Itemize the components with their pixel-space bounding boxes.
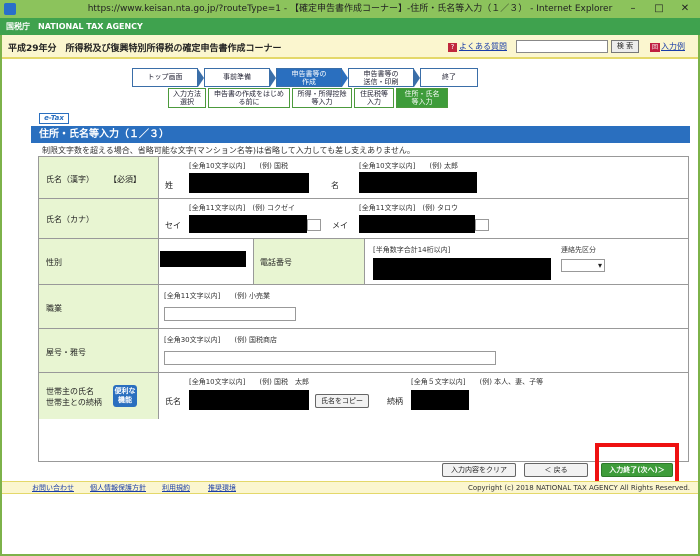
householder-relation-label: 世帯主との続柄: [46, 398, 102, 407]
substep-address-name: 住所・氏名 等入力: [396, 88, 448, 108]
phone-field[interactable]: [373, 258, 551, 280]
substep-resident-tax: 住民税等 入力: [354, 88, 394, 108]
window-titlebar: https://www.keisan.nta.go.jp/?routeType=…: [0, 0, 700, 18]
householder-relation-field[interactable]: [411, 390, 469, 410]
name-kanji-label: 氏名（漢字）: [46, 175, 94, 184]
trade-name-label: 屋号・雅号: [46, 348, 86, 357]
occupation-input[interactable]: [164, 307, 296, 321]
row-name-kanji: 氏名（漢字） 【必須】 [全角10文字以内] (例) 国税 [全角10文字以内]…: [39, 157, 688, 199]
footer-env-link[interactable]: 推奨環境: [208, 482, 236, 494]
name-kana-label: 氏名（カナ）: [46, 215, 94, 224]
trade-name-hint: [全角30文字以内] (例) 国税商店: [164, 336, 278, 344]
row-trade-name: 屋号・雅号 [全角30文字以内] (例) 国税商店: [39, 329, 688, 373]
agency-bar: 国税庁 NATIONAL TAX AGENCY: [0, 18, 700, 35]
row-gender-phone: 性別 電話番号 [半角数字合計14桁以内] 連絡先区分 ▾: [39, 239, 688, 285]
agency-logo[interactable]: 国税庁 NATIONAL TAX AGENCY: [6, 22, 143, 31]
gender-field[interactable]: [160, 251, 246, 267]
sei-kana-hint: [全角11文字以内] (例) コクゼイ: [189, 204, 296, 212]
sei-kana-input-tail[interactable]: [307, 219, 321, 231]
sei-kana-label: セイ: [165, 221, 181, 230]
close-button[interactable]: ✕: [672, 0, 698, 18]
etax-badge: e-Tax: [39, 113, 69, 124]
householder-label-cell: 世帯主の氏名 世帯主との続柄 便利な 機能: [39, 373, 159, 419]
name-kana-label-cell: 氏名（カナ）: [39, 199, 159, 238]
mei-kanji-field[interactable]: [359, 172, 477, 193]
contact-type-select[interactable]: ▾: [561, 259, 605, 272]
sei-kanji-hint: [全角10文字以内] (例) 国税: [189, 162, 289, 170]
clear-input-button[interactable]: 入力内容をクリア: [442, 463, 516, 477]
step-preparation: 事前準備: [204, 68, 270, 87]
sei-kanji-label: 姓: [165, 181, 173, 190]
phone-label-cell: 電話番号: [253, 239, 365, 284]
required-badge: 【必須】: [109, 175, 141, 184]
contact-type-label: 連絡先区分: [561, 246, 596, 254]
sei-kana-field[interactable]: [189, 215, 307, 233]
step-create: 申告書等の 作成: [276, 68, 342, 87]
mei-kanji-label: 名: [331, 181, 339, 190]
faq-label: よくある質問: [459, 42, 507, 51]
phone-label: 電話番号: [260, 258, 292, 267]
trade-name-input[interactable]: [164, 351, 496, 365]
maximize-button[interactable]: □: [646, 0, 672, 18]
substep-input-method: 入力方法 選択: [168, 88, 206, 108]
householder-name-field-label: 氏名: [165, 397, 181, 406]
input-form: 氏名（漢字） 【必須】 [全角10文字以内] (例) 国税 [全角10文字以内]…: [38, 156, 689, 462]
mei-kanji-hint: [全角10文字以内] (例) 太郎: [359, 162, 459, 170]
section-title: 住所・氏名等入力（１／３）: [31, 126, 690, 143]
gender-label-cell: 性別: [39, 239, 159, 284]
step-finish: 終了: [420, 68, 478, 87]
substep-before-start: 申告書の作成をはじめ る前に: [208, 88, 290, 108]
householder-name-field[interactable]: [189, 390, 309, 410]
footer-privacy-link[interactable]: 個人情報保護方針: [90, 482, 146, 494]
page-title: 平成29年分 所得税及び復興特別所得税の確定申告書作成コーナー: [8, 44, 282, 54]
step-send-print: 申告書等の 送信・印刷: [348, 68, 414, 87]
sei-kanji-field[interactable]: [189, 173, 309, 193]
row-name-kana: 氏名（カナ） [全角11文字以内] (例) コクゼイ [全角11文字以内] (例…: [39, 199, 688, 239]
footer: お問い合わせ 個人情報保護方針 利用規約 推奨環境 Copyright (c) …: [2, 481, 698, 494]
householder-name-label: 世帯主の氏名: [46, 387, 94, 396]
occupation-hint: [全角11文字以内] (例) 小売業: [164, 292, 271, 300]
section-note: 制限文字数を超える場合、省略可能な文字(マンション名等)は省略して入力しても差し…: [42, 146, 415, 155]
householder-relation-field-label: 続柄: [387, 397, 403, 406]
phone-hint: [半角数字合計14桁以内]: [373, 246, 451, 254]
occupation-label-cell: 職業: [39, 285, 159, 328]
copy-name-button[interactable]: 氏名をコピー: [315, 394, 369, 408]
name-kanji-label-cell: 氏名（漢字） 【必須】: [39, 157, 159, 198]
back-button[interactable]: ＜ 戻る: [524, 463, 588, 477]
mei-kana-input-tail[interactable]: [475, 219, 489, 231]
householder-name-hint: [全角10文字以内] (例) 国税 太郎: [189, 378, 310, 386]
convenient-feature-button[interactable]: 便利な 機能: [113, 385, 137, 407]
row-householder: 世帯主の氏名 世帯主との続柄 便利な 機能 [全角10文字以内] (例) 国税 …: [39, 373, 688, 419]
entry-example-label: 入力例: [661, 42, 685, 51]
trade-name-label-cell: 屋号・雅号: [39, 329, 159, 372]
gender-label: 性別: [46, 258, 62, 267]
page-content: 平成29年分 所得税及び復興特別所得税の確定申告書作成コーナー ? よくある質問 …: [2, 35, 698, 554]
mei-kana-label: メイ: [332, 221, 348, 230]
mei-kana-hint: [全角11文字以内] (例) タロウ: [359, 204, 459, 212]
step-top: トップ画面: [132, 68, 198, 87]
footer-terms-link[interactable]: 利用規約: [162, 482, 190, 494]
search-button[interactable]: 検 索: [611, 40, 639, 53]
copyright: Copyright (c) 2018 NATIONAL TAX AGENCY A…: [467, 484, 690, 492]
entry-example-link[interactable]: 回入力例: [650, 41, 685, 52]
substep-income-input: 所得・所得控除 等入力: [292, 88, 352, 108]
mei-kana-field[interactable]: [359, 215, 475, 233]
search-input[interactable]: [516, 40, 608, 53]
row-occupation: 職業 [全角11文字以内] (例) 小売業: [39, 285, 688, 329]
ie-icon: [4, 3, 16, 15]
entry-example-icon: 回: [650, 43, 660, 52]
occupation-label: 職業: [46, 304, 62, 313]
householder-relation-hint: [全角５文字以内] (例) 本人、妻、子等: [411, 378, 544, 386]
footer-contact-link[interactable]: お問い合わせ: [32, 482, 74, 494]
window-title: https://www.keisan.nta.go.jp/?routeType=…: [87, 4, 613, 14]
question-icon: ?: [448, 43, 457, 52]
minimize-button[interactable]: –: [620, 0, 646, 18]
faq-link[interactable]: ? よくある質問: [448, 41, 507, 52]
page-header: 平成29年分 所得税及び復興特別所得税の確定申告書作成コーナー ? よくある質問 …: [2, 35, 698, 59]
